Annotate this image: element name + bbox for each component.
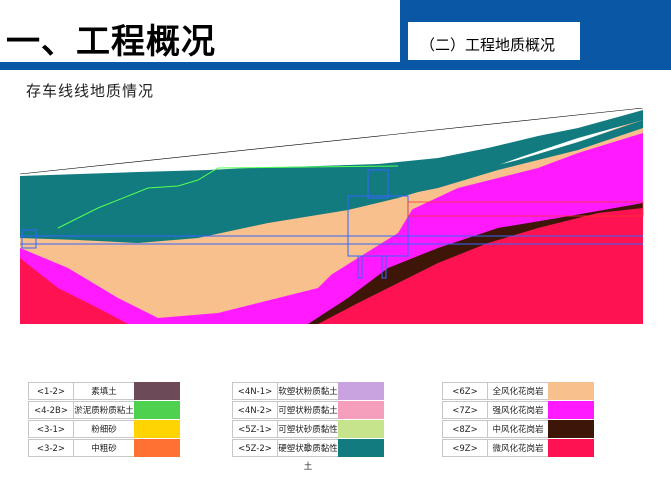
legend-swatch xyxy=(548,382,594,400)
legend-code: <4-2B> xyxy=(28,401,74,419)
legend-code: <5Z-1> xyxy=(232,420,278,438)
legend-swatch xyxy=(134,439,180,457)
legend-name: 中粗砂 xyxy=(74,439,134,457)
section-title: （二）工程地质概况 xyxy=(420,36,556,54)
geological-profile-diagram xyxy=(19,108,644,324)
legend-swatch xyxy=(338,382,384,400)
legend-code: <6Z> xyxy=(442,382,488,400)
legend-name: 淤泥质粉质粘土 xyxy=(74,401,134,419)
legend-swatch xyxy=(548,420,594,438)
legend-swatch xyxy=(548,401,594,419)
legend-name: 可塑状砂质黏性土 xyxy=(278,420,338,453)
legend-name: 可塑状粉质黏土 xyxy=(278,401,338,419)
legend-swatch xyxy=(134,420,180,438)
stratum-legend: <1-2> 素填土 <4-2B> 淤泥质粉质粘土 <3-1> 粉细砂 <3-2>… xyxy=(28,382,648,472)
legend-swatch xyxy=(338,401,384,419)
legend-swatch xyxy=(548,439,594,457)
legend-swatch xyxy=(338,439,384,457)
legend-name: 软塑状粉质黏土 xyxy=(278,382,338,400)
legend-name: 中风化花岗岩 xyxy=(488,420,548,438)
legend-code: <4N-1> xyxy=(232,382,278,400)
legend-swatch xyxy=(134,401,180,419)
legend-code: <3-2> xyxy=(28,439,74,457)
legend-name: 素填土 xyxy=(74,382,134,400)
legend-code: <1-2> xyxy=(28,382,74,400)
legend-code: <7Z> xyxy=(442,401,488,419)
legend-name: 粉细砂 xyxy=(74,420,134,438)
legend-code: <5Z-2> xyxy=(232,439,278,457)
page-title: 一、工程概况 xyxy=(6,22,216,62)
legend-code: <4N-2> xyxy=(232,401,278,419)
legend-name: 全风化花岗岩 xyxy=(488,382,548,400)
header-ribbon xyxy=(580,0,671,70)
diagram-subtitle: 存车线线地质情况 xyxy=(26,82,155,100)
legend-name: 硬塑状砂质黏性土 xyxy=(278,439,338,472)
legend-code: <8Z> xyxy=(442,420,488,438)
legend-name: 微风化花岗岩 xyxy=(488,439,548,457)
legend-swatch xyxy=(338,420,384,438)
legend-name: 强风化花岗岩 xyxy=(488,401,548,419)
legend-swatch xyxy=(134,382,180,400)
legend-code: <3-1> xyxy=(28,420,74,438)
legend-code: <9Z> xyxy=(442,439,488,457)
